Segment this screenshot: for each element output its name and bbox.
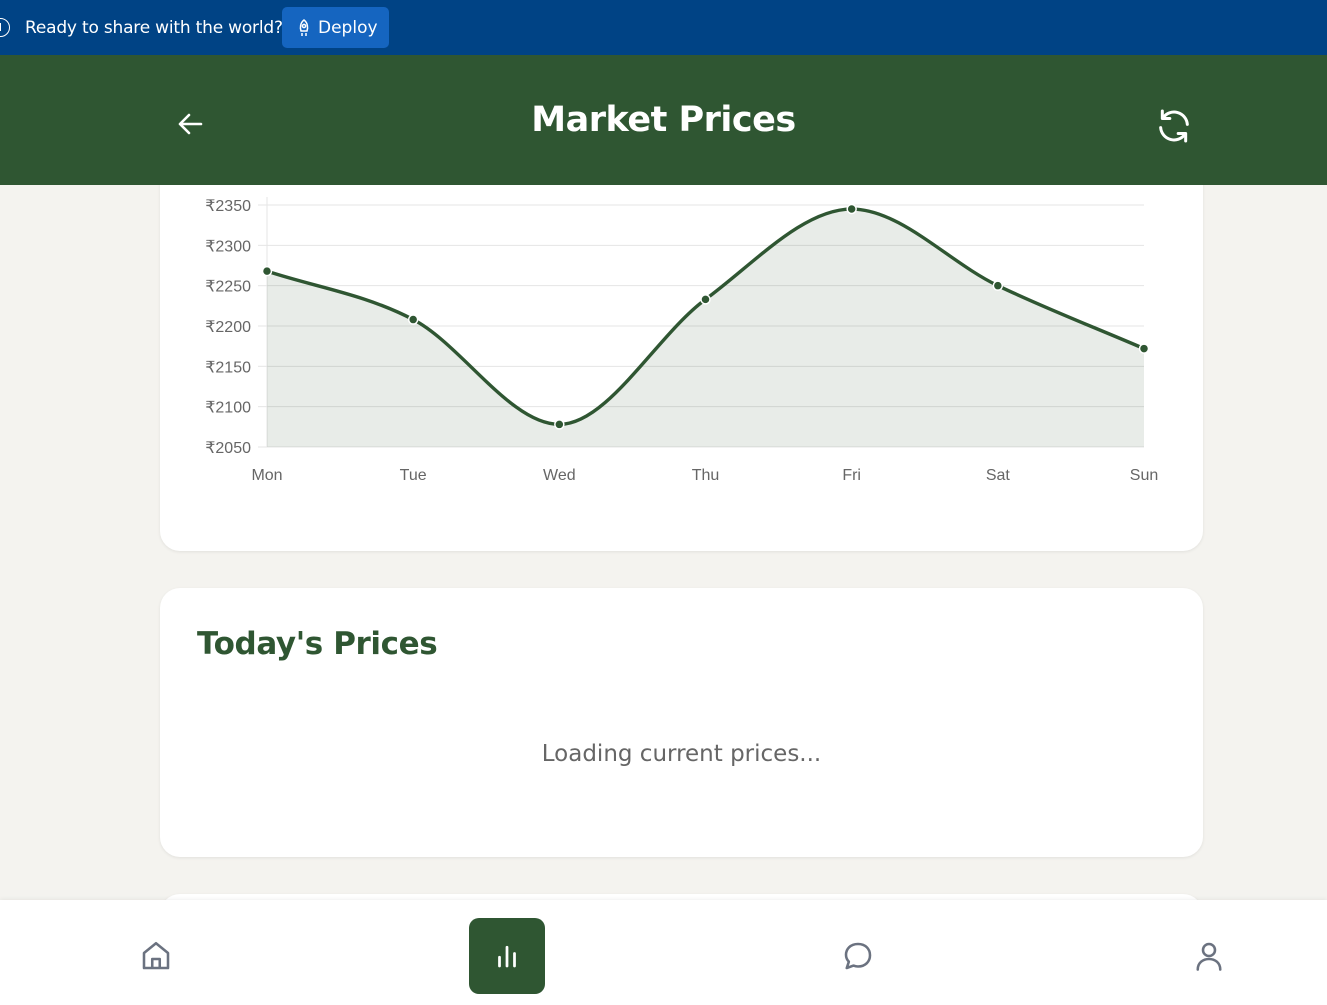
home-icon bbox=[142, 941, 170, 970]
chart-data-point bbox=[1138, 343, 1150, 354]
chart-x-tick-label: Sun bbox=[1130, 467, 1158, 484]
chart-data-point bbox=[992, 280, 1004, 291]
deploy-message: Ready to share with the world? bbox=[25, 18, 283, 38]
nav-home[interactable] bbox=[118, 918, 194, 994]
chart-x-tick-label: Wed bbox=[543, 467, 576, 484]
price-trend-card: ₹2050 ₹2100 ₹2150 ₹2200 ₹2250 ₹2300 ₹2350 Mon Tu… bbox=[160, 185, 1203, 551]
chart-y-tick-label: ₹2250 bbox=[205, 279, 251, 296]
page-title: Market Prices bbox=[531, 100, 796, 140]
info-icon bbox=[0, 18, 10, 37]
chat-icon bbox=[844, 942, 872, 970]
chart-y-tick-label: ₹2300 bbox=[205, 238, 251, 255]
price-line-chart: ₹2050 ₹2100 ₹2150 ₹2200 ₹2250 ₹2300 ₹2350 Mon Tu… bbox=[205, 197, 1158, 484]
bottom-nav bbox=[0, 900, 1327, 1005]
content-scroll-area[interactable]: ₹2050 ₹2100 ₹2150 ₹2200 ₹2250 ₹2300 ₹2350 Mon Tu… bbox=[0, 185, 1327, 900]
chart-y-tick-label: ₹2100 bbox=[205, 400, 251, 417]
chart-x-tick-label: Sat bbox=[986, 467, 1011, 484]
bar-chart-icon bbox=[498, 945, 516, 968]
chart-data-point bbox=[261, 265, 273, 277]
chart-y-tick-label: ₹2350 bbox=[205, 198, 251, 215]
todays-prices-title: Today's Prices bbox=[197, 626, 438, 662]
loading-message: Loading current prices... bbox=[541, 741, 822, 767]
nav-market-prices[interactable] bbox=[469, 918, 545, 994]
chart-x-tick-label: Fri bbox=[842, 467, 861, 484]
chart-data-point bbox=[407, 314, 419, 325]
nav-profile[interactable] bbox=[1171, 918, 1247, 994]
deploy-button-label: Deploy bbox=[318, 17, 378, 38]
chart-y-tick-label: ₹2150 bbox=[205, 359, 251, 376]
refresh-button[interactable] bbox=[1152, 104, 1196, 148]
todays-prices-card: Today's Prices Loading current prices... bbox=[160, 588, 1203, 857]
chart-y-tick-label: ₹2200 bbox=[205, 319, 251, 336]
rocket-icon bbox=[299, 18, 309, 36]
chart-y-tick-label: ₹2050 bbox=[205, 440, 251, 457]
chart-area-fill bbox=[267, 209, 1144, 447]
refresh-icon bbox=[1159, 109, 1189, 143]
chart-x-tick-label: Tue bbox=[400, 467, 427, 484]
chart-x-tick-label: Mon bbox=[251, 467, 282, 484]
deploy-button[interactable]: Deploy bbox=[282, 7, 389, 48]
chart-data-point bbox=[554, 419, 565, 430]
deploy-banner: Ready to share with the world? Deploy bbox=[0, 0, 1327, 55]
profile-icon bbox=[1196, 942, 1222, 971]
nav-chat[interactable] bbox=[820, 918, 896, 994]
chart-data-point bbox=[700, 294, 711, 305]
chart-x-tick-label: Thu bbox=[692, 467, 720, 484]
chart-data-point bbox=[846, 203, 857, 215]
